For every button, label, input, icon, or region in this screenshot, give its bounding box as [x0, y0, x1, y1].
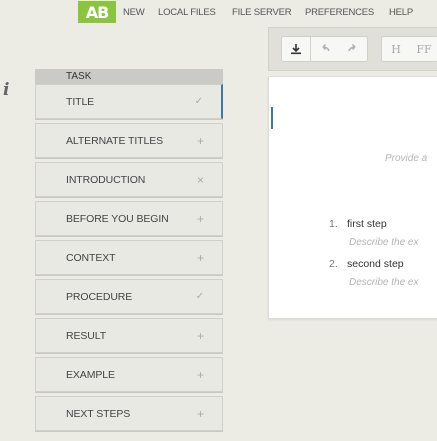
task-item-before-you-begin[interactable]: BEFORE YOU BEGIN +	[35, 201, 223, 236]
task-item-label: CONTEXT	[66, 252, 116, 264]
task-item-label: INTRODUCTION	[66, 174, 146, 186]
step-title[interactable]: first step	[347, 218, 387, 230]
task-header: TASK	[35, 69, 223, 84]
close-icon[interactable]: ×	[197, 173, 204, 187]
task-item-procedure[interactable]: PROCEDURE ✓	[35, 279, 223, 314]
download-icon[interactable]	[282, 37, 310, 61]
task-item-title[interactable]: TITLE ✓	[35, 84, 223, 119]
font-button[interactable]: FF	[410, 37, 437, 61]
top-nav: AB NEW LOCAL FILES FILE SERVER PREFERENC…	[0, 0, 437, 26]
step-title[interactable]: second step	[347, 258, 404, 270]
toolbar-group-format: H FF	[381, 36, 437, 62]
plus-icon[interactable]: +	[197, 329, 204, 343]
task-item-next-steps[interactable]: NEXT STEPS +	[35, 396, 223, 431]
plus-icon[interactable]: +	[197, 251, 204, 265]
check-icon: ✓	[194, 96, 203, 107]
active-section-marker	[271, 107, 273, 129]
heading-button[interactable]: H	[382, 37, 410, 61]
plus-icon[interactable]: +	[197, 212, 204, 226]
toolbar-group-history	[281, 36, 368, 62]
task-item-introduction[interactable]: INTRODUCTION ×	[35, 162, 223, 197]
plus-icon[interactable]: +	[197, 407, 204, 421]
task-item-label: NEXT STEPS	[66, 408, 131, 420]
step-number: 2.	[329, 258, 338, 270]
nav-help[interactable]: HELP	[389, 7, 413, 18]
task-item-label: TITLE	[66, 96, 95, 108]
info-icon[interactable]: i	[3, 80, 17, 100]
redo-icon[interactable]	[339, 37, 367, 61]
task-item-result[interactable]: RESULT +	[35, 318, 223, 353]
task-item-label: EXAMPLE	[66, 369, 115, 381]
app-logo[interactable]: AB	[78, 1, 116, 23]
task-item-label: PROCEDURE	[66, 291, 133, 303]
step-number: 1.	[329, 218, 338, 230]
task-item-context[interactable]: CONTEXT +	[35, 240, 223, 275]
task-item-example[interactable]: EXAMPLE +	[35, 357, 223, 392]
undo-icon[interactable]	[311, 37, 339, 61]
editor-prompt: Provide a	[385, 153, 428, 164]
step-description[interactable]: Describe the ex	[349, 277, 418, 288]
task-item-label: ALTERNATE TITLES	[66, 135, 164, 147]
task-panel: TASK TITLE ✓ ALTERNATE TITLES + INTRODUC…	[35, 69, 223, 431]
task-item-label: RESULT	[66, 330, 107, 342]
task-item-alternate-titles[interactable]: ALTERNATE TITLES +	[35, 123, 223, 158]
plus-icon[interactable]: +	[197, 134, 204, 148]
editor-panel[interactable]: Provide a 1. first step Describe the ex …	[268, 76, 437, 319]
editor-toolbar: H FF	[268, 27, 437, 71]
nav-file-server[interactable]: FILE SERVER	[232, 7, 292, 18]
nav-preferences[interactable]: PREFERENCES	[305, 7, 374, 18]
check-icon: ✓	[195, 291, 204, 302]
nav-new[interactable]: NEW	[123, 7, 145, 18]
step-description[interactable]: Describe the ex	[349, 237, 418, 248]
nav-local-files[interactable]: LOCAL FILES	[158, 7, 216, 18]
plus-icon[interactable]: +	[197, 368, 204, 382]
task-item-label: BEFORE YOU BEGIN	[66, 213, 169, 225]
